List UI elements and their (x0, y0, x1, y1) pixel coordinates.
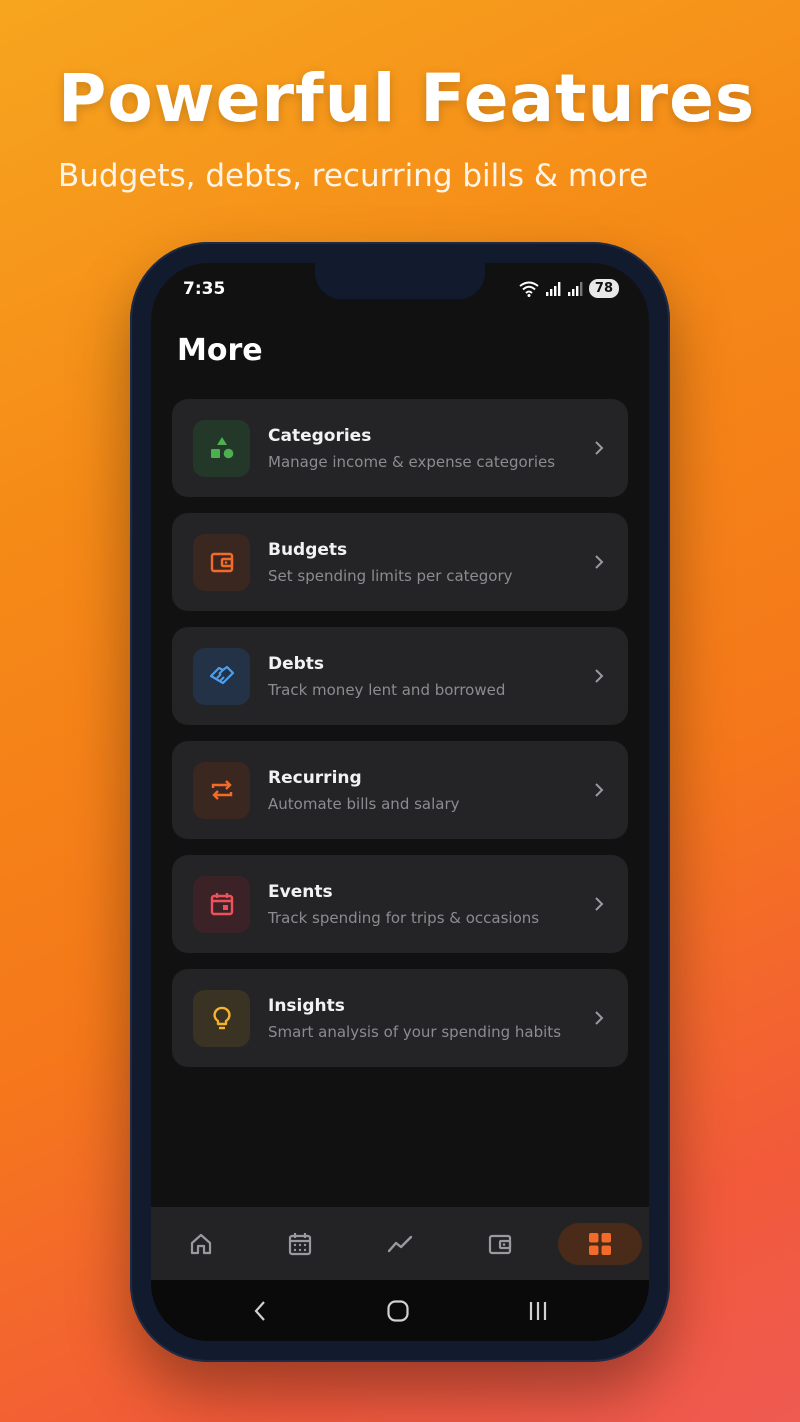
chevron-right-icon (595, 441, 604, 455)
wallet-icon (210, 552, 233, 573)
menu-item-debts[interactable]: Debts Track money lent and borrowed (172, 627, 628, 725)
status-time: 7:35 (183, 279, 226, 299)
system-nav-bar (151, 1280, 649, 1341)
wallet-icon (488, 1234, 512, 1255)
hero-subtitle: Budgets, debts, recurring bills & more (58, 158, 649, 194)
chevron-right-icon (595, 555, 604, 569)
wifi-icon (519, 281, 539, 297)
menu-item-events[interactable]: Events Track spending for trips & occasi… (172, 855, 628, 953)
hero-title: Powerful Features (58, 60, 756, 137)
menu-item-subtitle: Automate bills and salary (268, 794, 460, 813)
chevron-right-icon (595, 669, 604, 683)
menu-item-subtitle: Smart analysis of your spending habits (268, 1022, 562, 1041)
menu-item-title: Insights (268, 995, 345, 1016)
back-button[interactable] (245, 1296, 275, 1326)
menu-item-subtitle: Manage income & expense categories (268, 452, 556, 471)
tab-more[interactable] (558, 1223, 642, 1265)
recents-icon (529, 1302, 547, 1320)
home-button[interactable] (383, 1296, 413, 1326)
calendar-icon (210, 893, 233, 916)
icon-tile (193, 989, 250, 1047)
icon-tile (193, 419, 250, 477)
tab-home[interactable] (159, 1223, 243, 1265)
lightbulb-icon (212, 1006, 231, 1030)
signal-icon (545, 281, 561, 296)
phone-screen: 7:35 78 More Categories Manage income & … (151, 263, 649, 1341)
menu-item-insights[interactable]: Insights Smart analysis of your spending… (172, 969, 628, 1067)
tab-wallet[interactable] (458, 1223, 542, 1265)
tab-calendar[interactable] (258, 1223, 342, 1265)
menu-item-subtitle: Track money lent and borrowed (268, 680, 506, 699)
chevron-right-icon (595, 1011, 604, 1025)
menu-item-title: Budgets (268, 539, 348, 560)
page-title: More (177, 333, 263, 368)
tab-analytics[interactable] (358, 1223, 442, 1265)
chart-line-icon (387, 1235, 413, 1253)
back-icon (254, 1301, 265, 1321)
menu-item-categories[interactable]: Categories Manage income & expense categ… (172, 399, 628, 497)
menu-item-budgets[interactable]: Budgets Set spending limits per category (172, 513, 628, 611)
status-icons: 78 (519, 279, 619, 298)
menu-item-recurring[interactable]: Recurring Automate bills and salary (172, 741, 628, 839)
more-menu: Categories Manage income & expense categ… (172, 399, 628, 1083)
camera-notch (315, 263, 485, 299)
chevron-right-icon (595, 897, 604, 911)
home-icon (190, 1233, 212, 1255)
handshake-icon (209, 665, 234, 685)
repeat-icon (211, 780, 232, 800)
icon-tile (193, 875, 250, 933)
icon-tile (193, 647, 250, 705)
battery-indicator: 78 (588, 279, 619, 298)
recents-button[interactable] (523, 1296, 553, 1326)
home-circle-icon (387, 1300, 409, 1322)
signal-icon (567, 281, 583, 296)
shapes-icon (210, 437, 233, 459)
calendar-icon (288, 1233, 312, 1256)
menu-item-subtitle: Set spending limits per category (268, 566, 513, 585)
menu-item-title: Categories (268, 425, 372, 446)
grid-icon (589, 1233, 611, 1255)
bottom-tab-bar (151, 1207, 649, 1280)
chevron-right-icon (595, 783, 604, 797)
menu-item-subtitle: Track spending for trips & occasions (268, 908, 540, 927)
icon-tile (193, 533, 250, 591)
icon-tile (193, 761, 250, 819)
phone-frame: 7:35 78 More Categories Manage income & … (130, 242, 670, 1362)
menu-item-title: Debts (268, 653, 325, 674)
menu-item-title: Recurring (268, 767, 362, 788)
menu-item-title: Events (268, 881, 333, 902)
